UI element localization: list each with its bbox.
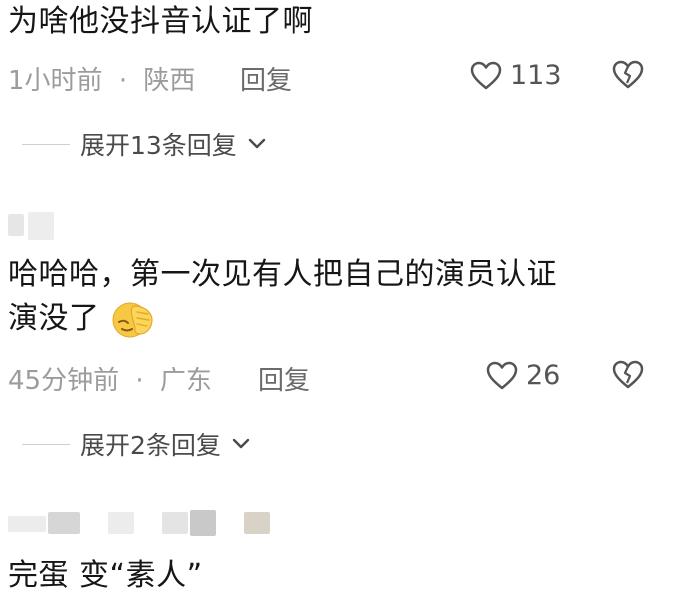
comment-meta: 45分钟前 · 广东 (8, 360, 212, 397)
reply-button[interactable]: 回复 (240, 60, 292, 97)
meta-separator: · (118, 66, 128, 96)
comment-location: 陕西 (143, 66, 196, 96)
username-blurred (8, 214, 24, 236)
expand-replies-button[interactable]: 展开13条回复 (22, 126, 267, 162)
username-blurred (48, 512, 80, 534)
divider-line (22, 143, 70, 145)
facepalm-emoji-icon (112, 302, 153, 337)
comment-time: 45分钟前 (8, 366, 120, 396)
comment-meta: 1小时前 · 陕西 (8, 60, 195, 97)
username-blurred (108, 512, 134, 534)
comment-text: 哈哈哈，第一次见有人把自己的演员认证 (8, 257, 557, 292)
broken-heart-icon (612, 360, 644, 389)
comment-location: 广东 (159, 366, 212, 396)
heart-icon (470, 61, 502, 89)
username-blurred (28, 212, 54, 240)
expand-replies-button[interactable]: 展开2条回复 (22, 426, 251, 462)
reply-button[interactable]: 回复 (258, 360, 310, 397)
username-blurred (162, 512, 188, 534)
broken-heart-icon (612, 60, 644, 89)
dislike-button[interactable] (612, 360, 644, 394)
expand-replies-label: 展开13条回复 (80, 131, 237, 160)
username-blurred (190, 510, 216, 536)
divider-line (22, 443, 70, 445)
comment-text: 演没了 (8, 301, 100, 336)
like-count: 113 (510, 60, 562, 91)
expand-replies-label: 展开2条回复 (80, 431, 221, 460)
chevron-down-icon (232, 438, 250, 449)
chevron-down-icon (248, 138, 266, 149)
username-blurred (8, 516, 46, 532)
comment-text-line2: 演没了 (8, 297, 154, 342)
heart-icon (486, 361, 518, 389)
comment-text: 完蛋 变“素人” (8, 558, 203, 593)
dislike-button[interactable] (612, 60, 644, 94)
comment-time: 1小时前 (8, 66, 103, 96)
like-button[interactable]: 26 (486, 360, 560, 391)
username-blurred (244, 512, 270, 534)
meta-separator: · (135, 366, 144, 396)
like-button[interactable]: 113 (470, 60, 562, 91)
like-count: 26 (526, 360, 561, 391)
comment-text: 为啥他没抖音认证了啊 (8, 4, 313, 39)
